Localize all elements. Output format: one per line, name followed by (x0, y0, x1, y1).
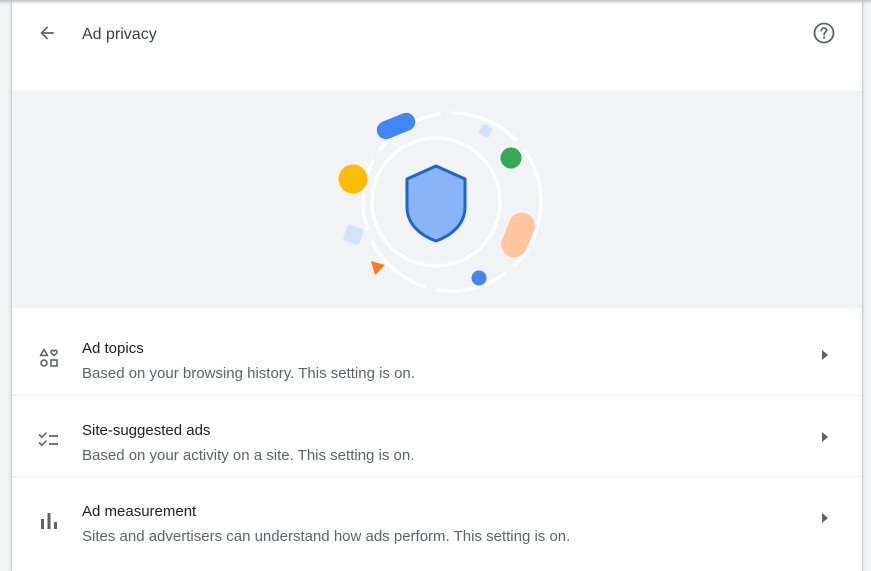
blue-dot-shape (471, 270, 487, 286)
setting-title: Ad topics (82, 340, 144, 357)
window-top-shadow (0, 0, 871, 4)
shield-orbit-illustration (338, 111, 543, 293)
setting-title: Site-suggested ads (82, 422, 211, 439)
page-title: Ad privacy (82, 26, 157, 43)
ad-privacy-illustration-banner (12, 91, 862, 308)
help-button[interactable] (809, 20, 839, 50)
setting-row-ad-measurement[interactable]: Ad measurement Sites and advertisers can… (12, 476, 862, 557)
arrow-right-icon (818, 430, 832, 444)
setting-description: Based on your browsing history. This set… (82, 365, 415, 382)
checklist-icon (38, 429, 60, 451)
blue-pill-shape (376, 112, 416, 140)
setting-row-site-suggested-ads[interactable]: Site-suggested ads Based on your activit… (12, 395, 862, 476)
yellow-dot-shape (338, 164, 368, 194)
arrow-right-icon (818, 511, 832, 525)
back-button[interactable] (32, 20, 62, 50)
ad-topics-icon (38, 347, 60, 369)
setting-title: Ad measurement (82, 503, 197, 520)
bar-chart-icon (38, 510, 60, 532)
arrow-back-icon (37, 23, 57, 48)
green-dot-shape (500, 147, 522, 169)
orange-triangle-shape (371, 261, 385, 275)
shield-icon (405, 164, 467, 243)
setting-description: Sites and advertisers can understand how… (82, 528, 571, 545)
page-header: Ad privacy (12, 0, 862, 72)
setting-description: Based on your activity on a site. This s… (82, 447, 415, 464)
light-blue-square-shape (343, 224, 364, 245)
light-blue-square-shape (478, 124, 493, 138)
setting-row-ad-topics[interactable]: Ad topics Based on your browsing history… (12, 314, 862, 395)
peach-pill-shape (501, 212, 535, 258)
arrow-right-icon (818, 348, 832, 362)
help-circle-icon (812, 21, 836, 50)
ad-privacy-card: Ad privacy Ad topics Based on your brows… (12, 0, 862, 571)
